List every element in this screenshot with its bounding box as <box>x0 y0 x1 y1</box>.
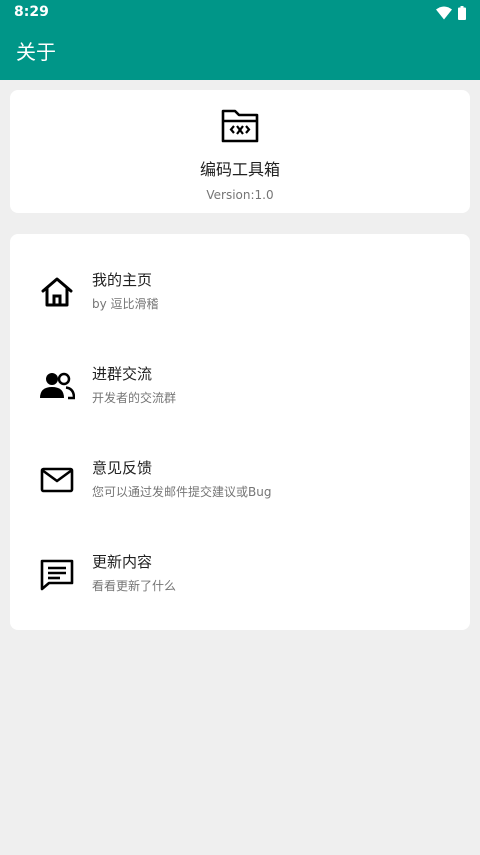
menu-item-subtitle: 开发者的交流群 <box>92 391 177 405</box>
menu-item-join-group[interactable]: 进群交流 开发者的交流群 <box>10 328 470 422</box>
menu-card: 我的主页 by 逗比滑稽 进群交流 开发者的交流群 意见反馈 您可以通过发邮件提… <box>10 234 470 630</box>
app-bar: 关于 <box>0 24 480 80</box>
status-icons <box>436 5 466 24</box>
home-icon <box>39 274 75 310</box>
mail-icon <box>39 462 75 498</box>
menu-item-feedback[interactable]: 意见反馈 您可以通过发邮件提交建议或Bug <box>10 422 470 516</box>
app-info-card: 编码工具箱 Version:1.0 <box>10 90 470 213</box>
message-icon <box>39 556 75 592</box>
menu-item-subtitle: 看看更新了什么 <box>92 579 177 593</box>
menu-item-subtitle: 您可以通过发邮件提交建议或Bug <box>92 485 272 499</box>
app-version: Version:1.0 <box>206 188 274 202</box>
menu-item-title: 我的主页 <box>92 271 153 289</box>
battery-icon <box>458 5 466 24</box>
menu-item-title: 进群交流 <box>92 365 153 383</box>
app-name: 编码工具箱 <box>199 160 280 179</box>
status-bar: 8:29 <box>0 0 480 24</box>
menu-item-subtitle: by 逗比滑稽 <box>92 297 159 311</box>
group-icon <box>39 368 75 404</box>
page-title: 关于 <box>16 40 56 64</box>
status-time: 8:29 <box>14 4 49 20</box>
folder-code-icon <box>220 106 260 146</box>
wifi-icon <box>436 5 452 24</box>
menu-item-homepage[interactable]: 我的主页 by 逗比滑稽 <box>10 234 470 328</box>
menu-item-title: 更新内容 <box>92 553 153 571</box>
menu-item-changelog[interactable]: 更新内容 看看更新了什么 <box>10 516 470 610</box>
menu-item-title: 意见反馈 <box>92 459 153 477</box>
